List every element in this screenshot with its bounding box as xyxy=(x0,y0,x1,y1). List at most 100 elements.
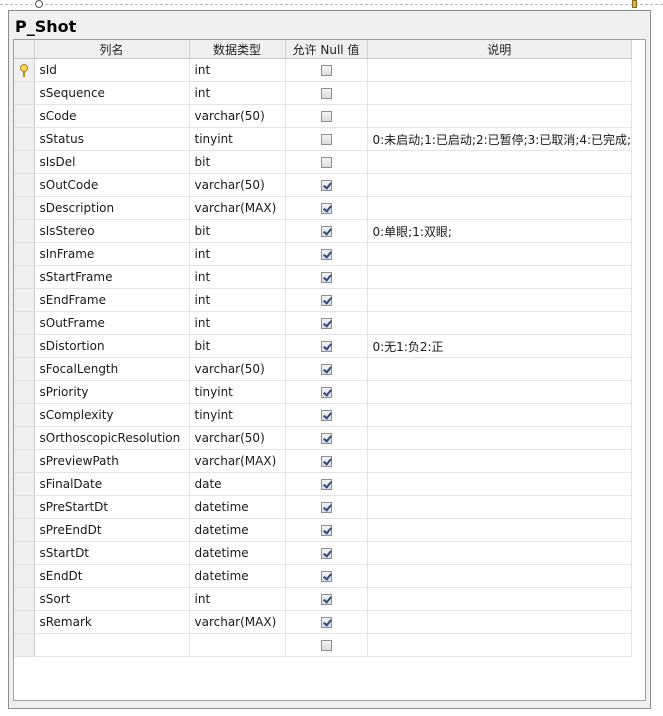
allow-null-checkbox[interactable] xyxy=(320,341,332,352)
row-selector[interactable] xyxy=(14,334,35,358)
data-type-cell[interactable]: int xyxy=(189,587,286,611)
table-row[interactable]: sId int xyxy=(14,58,633,82)
table-row[interactable]: sSequence int xyxy=(14,81,633,105)
row-selector[interactable] xyxy=(14,449,35,473)
row-selector[interactable] xyxy=(14,587,35,611)
description-cell[interactable] xyxy=(367,472,633,496)
allow-null-checkbox[interactable] xyxy=(320,502,332,513)
data-type-cell[interactable]: varchar(MAX) xyxy=(189,610,286,634)
row-selector[interactable] xyxy=(14,81,35,105)
table-row[interactable]: sPreEndDt datetime xyxy=(14,518,633,542)
table-row[interactable]: sPreviewPath varchar(MAX) xyxy=(14,449,633,473)
row-selector[interactable] xyxy=(14,380,35,404)
data-type-cell[interactable]: int xyxy=(189,81,286,105)
description-cell[interactable] xyxy=(367,150,633,174)
data-type-cell[interactable]: bit xyxy=(189,219,286,243)
table-row[interactable]: sStartFrame int xyxy=(14,265,633,289)
allow-null-checkbox[interactable] xyxy=(320,525,332,536)
allow-null-checkbox[interactable] xyxy=(320,249,332,260)
allow-null-checkbox[interactable] xyxy=(320,594,332,605)
table-row[interactable]: sRemark varchar(MAX) xyxy=(14,610,633,634)
table-row[interactable]: sOrthoscopicResolution varchar(50) xyxy=(14,426,633,450)
column-name-cell[interactable]: sPreStartDt xyxy=(34,495,190,519)
column-name-cell[interactable]: sOrthoscopicResolution xyxy=(34,426,190,450)
description-cell[interactable] xyxy=(367,58,633,82)
data-type-cell[interactable]: bit xyxy=(189,334,286,358)
table-title[interactable]: P_Shot xyxy=(15,16,76,38)
row-selector[interactable] xyxy=(14,173,35,197)
column-name-cell[interactable]: sFocalLength xyxy=(34,357,190,381)
row-selector[interactable] xyxy=(14,58,35,82)
description-cell[interactable] xyxy=(367,311,633,335)
allow-null-checkbox[interactable] xyxy=(320,640,332,651)
allow-null-checkbox[interactable] xyxy=(320,65,332,76)
key-connector-icon[interactable] xyxy=(632,0,637,8)
description-header[interactable]: 说明 xyxy=(367,40,633,59)
description-cell[interactable] xyxy=(367,196,633,220)
connector-handle-icon[interactable] xyxy=(35,0,43,8)
data-type-cell[interactable]: int xyxy=(189,311,286,335)
data-type-cell[interactable]: varchar(50) xyxy=(189,426,286,450)
table-row[interactable]: sFocalLength varchar(50) xyxy=(14,357,633,381)
row-selector[interactable] xyxy=(14,242,35,266)
row-selector[interactable] xyxy=(14,633,35,657)
data-type-cell[interactable]: tinyint xyxy=(189,380,286,404)
column-name-cell[interactable]: sId xyxy=(34,58,190,82)
column-name-cell[interactable]: sDistortion xyxy=(34,334,190,358)
column-name-cell[interactable]: sFinalDate xyxy=(34,472,190,496)
row-selector[interactable] xyxy=(14,564,35,588)
description-cell[interactable] xyxy=(367,380,633,404)
description-cell[interactable] xyxy=(367,518,633,542)
allow-null-checkbox[interactable] xyxy=(320,88,332,99)
allow-null-checkbox[interactable] xyxy=(320,456,332,467)
allow-null-checkbox[interactable] xyxy=(320,548,332,559)
table-row[interactable]: sDistortion bit 0:无1:负2:正 xyxy=(14,334,633,358)
row-selector-header[interactable] xyxy=(14,40,35,59)
data-type-cell[interactable]: varchar(50) xyxy=(189,173,286,197)
allow-null-checkbox[interactable] xyxy=(320,433,332,444)
table-row[interactable]: sStartDt datetime xyxy=(14,541,633,565)
data-type-cell[interactable]: datetime xyxy=(189,518,286,542)
allow-null-checkbox[interactable] xyxy=(320,203,332,214)
description-cell[interactable] xyxy=(367,633,633,657)
description-cell[interactable] xyxy=(367,173,633,197)
description-cell[interactable] xyxy=(367,288,633,312)
column-name-cell[interactable]: sSequence xyxy=(34,81,190,105)
row-selector[interactable] xyxy=(14,472,35,496)
data-type-cell[interactable] xyxy=(189,633,286,657)
table-row[interactable]: sPriority tinyint xyxy=(14,380,633,404)
description-cell[interactable] xyxy=(367,104,633,128)
new-column-row[interactable] xyxy=(14,633,633,657)
description-cell[interactable]: 0:未启动;1:已启动;2:已暂停;3:已取消;4:已完成; xyxy=(367,127,633,151)
data-type-cell[interactable]: varchar(50) xyxy=(189,104,286,128)
row-selector[interactable] xyxy=(14,150,35,174)
table-row[interactable]: sFinalDate date xyxy=(14,472,633,496)
data-type-cell[interactable]: bit xyxy=(189,150,286,174)
row-selector[interactable] xyxy=(14,288,35,312)
table-designer-window[interactable]: P_Shot 列名 数据类型 允许 Null 值 说明 sId int sSeque… xyxy=(8,10,651,709)
table-row[interactable]: sOutCode varchar(50) xyxy=(14,173,633,197)
allow-null-checkbox[interactable] xyxy=(320,295,332,306)
row-selector[interactable] xyxy=(14,403,35,427)
data-type-cell[interactable]: varchar(50) xyxy=(189,357,286,381)
allow-null-checkbox[interactable] xyxy=(320,479,332,490)
allow-null-checkbox[interactable] xyxy=(320,226,332,237)
column-name-header[interactable]: 列名 xyxy=(34,40,190,59)
table-row[interactable]: sDescription varchar(MAX) xyxy=(14,196,633,220)
column-name-cell[interactable]: sPreviewPath xyxy=(34,449,190,473)
row-selector[interactable] xyxy=(14,219,35,243)
table-row[interactable]: sComplexity tinyint xyxy=(14,403,633,427)
row-selector[interactable] xyxy=(14,426,35,450)
column-name-cell[interactable]: sInFrame xyxy=(34,242,190,266)
data-type-cell[interactable]: int xyxy=(189,288,286,312)
table-row[interactable]: sPreStartDt datetime xyxy=(14,495,633,519)
description-cell[interactable]: 0:无1:负2:正 xyxy=(367,334,633,358)
allow-null-checkbox[interactable] xyxy=(320,111,332,122)
allow-null-checkbox[interactable] xyxy=(320,571,332,582)
description-cell[interactable] xyxy=(367,587,633,611)
column-name-cell[interactable]: sComplexity xyxy=(34,403,190,427)
data-type-cell[interactable]: datetime xyxy=(189,541,286,565)
column-name-cell[interactable]: sIsDel xyxy=(34,150,190,174)
row-selector[interactable] xyxy=(14,127,35,151)
data-type-cell[interactable]: date xyxy=(189,472,286,496)
